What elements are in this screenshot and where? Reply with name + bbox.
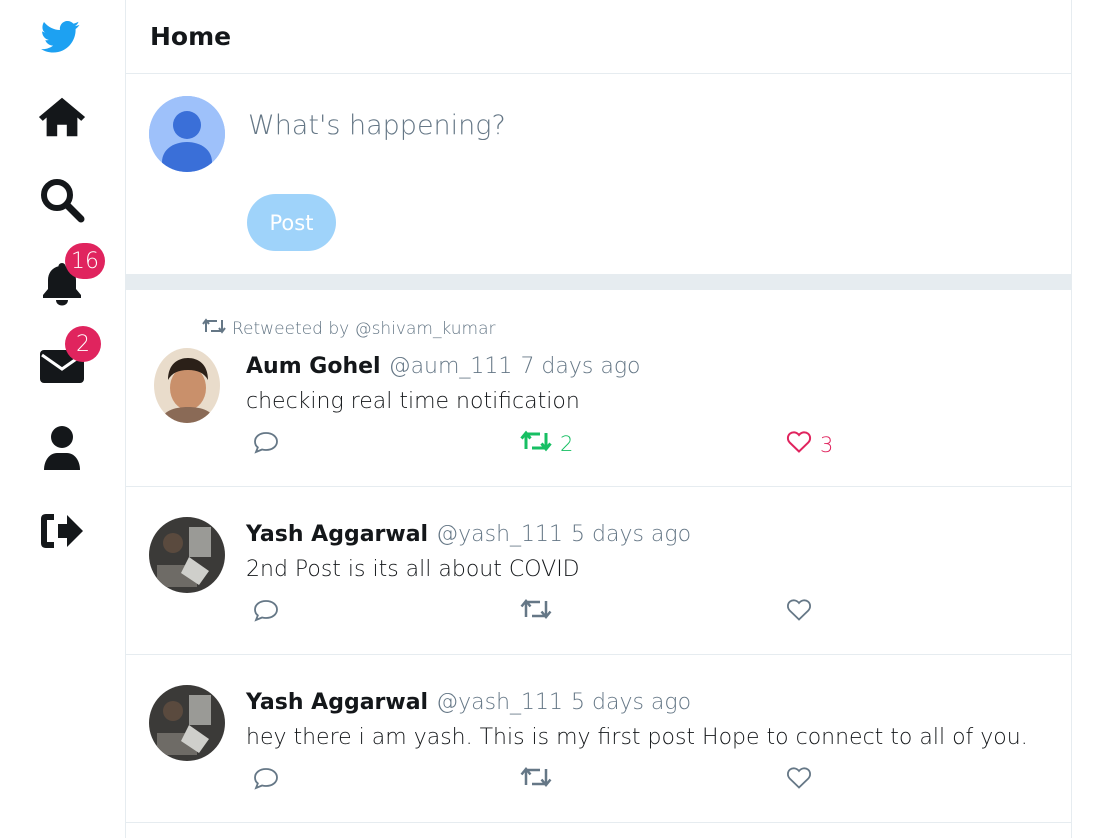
comment-icon (252, 766, 280, 795)
sign-out-icon[interactable] (37, 506, 87, 556)
comment-button[interactable] (252, 430, 280, 459)
sidebar: 16 2 (0, 0, 125, 838)
author-handle[interactable]: @aum_111 (389, 354, 513, 379)
retweet-button[interactable] (520, 766, 560, 793)
avatar[interactable] (154, 348, 220, 423)
post-header: Yash Aggarwal @yash_111 5 days ago (246, 690, 1028, 715)
avatar[interactable] (149, 685, 225, 761)
author-name[interactable]: Yash Aggarwal (246, 690, 428, 715)
post-header: Aum Gohel @aum_111 7 days ago (246, 354, 641, 379)
bird-logo-icon[interactable] (37, 11, 87, 61)
post-content: hey there i am yash. This is my first po… (246, 725, 1028, 750)
retweet-icon (520, 430, 552, 457)
retweet-button[interactable]: 2 (520, 430, 573, 457)
page-header: Home (126, 0, 1071, 74)
search-icon[interactable] (37, 175, 87, 225)
post-time: 7 days ago (520, 354, 641, 379)
retweet-icon (520, 766, 552, 793)
like-button[interactable]: 3 (786, 430, 833, 459)
page-title: Home (150, 22, 232, 51)
comment-icon (252, 598, 280, 627)
retweet-small-icon (202, 318, 226, 339)
like-button[interactable] (786, 598, 820, 627)
post-item[interactable]: Yash Aggarwal @yash_111 5 days ago 2nd P… (126, 487, 1071, 655)
post-button[interactable]: Post (247, 194, 336, 251)
compose-box: Post (126, 74, 1071, 274)
like-count: 3 (820, 432, 834, 457)
post-body: Aum Gohel @aum_111 7 days ago checking r… (246, 354, 641, 414)
post-time: 5 days ago (571, 690, 692, 715)
like-button[interactable] (786, 766, 820, 795)
author-handle[interactable]: @yash_111 (436, 690, 563, 715)
main-feed: Home Post Retweeted by @shivam_k (125, 0, 1072, 838)
heart-icon (786, 430, 812, 459)
post-body: Yash Aggarwal @yash_111 5 days ago 2nd P… (246, 522, 691, 582)
post-content: checking real time notification (246, 389, 580, 414)
heart-icon (786, 766, 812, 795)
retweet-count: 2 (560, 431, 574, 456)
post-time: 5 days ago (571, 522, 692, 547)
post-item[interactable]: Retweeted by @shivam_kumar Aum Gohel @au… (126, 290, 1071, 487)
compose-input[interactable] (248, 102, 1028, 148)
comment-icon (252, 430, 280, 459)
retweet-button[interactable] (520, 598, 560, 625)
heart-icon (786, 598, 812, 627)
post-content: 2nd Post is its all about COVID (246, 557, 580, 582)
compose-avatar (149, 96, 225, 172)
author-handle[interactable]: @yash_111 (436, 522, 563, 547)
author-name[interactable]: Aum Gohel (246, 354, 381, 379)
comment-button[interactable] (252, 598, 280, 627)
feed-divider (126, 274, 1071, 290)
retweet-icon (520, 598, 552, 625)
notifications-badge: 16 (65, 243, 105, 279)
user-icon[interactable] (37, 423, 87, 473)
home-icon[interactable] (37, 92, 87, 142)
retweet-indicator: Retweeted by @shivam_kumar (202, 318, 496, 339)
messages-badge: 2 (65, 326, 101, 362)
comment-button[interactable] (252, 766, 280, 795)
post-body: Yash Aggarwal @yash_111 5 days ago hey t… (246, 690, 1028, 750)
author-name[interactable]: Yash Aggarwal (246, 522, 428, 547)
avatar[interactable] (149, 517, 225, 593)
post-header: Yash Aggarwal @yash_111 5 days ago (246, 522, 691, 547)
post-item[interactable]: Yash Aggarwal @yash_111 5 days ago hey t… (126, 655, 1071, 823)
retweeted-by-text: Retweeted by @shivam_kumar (232, 318, 496, 339)
